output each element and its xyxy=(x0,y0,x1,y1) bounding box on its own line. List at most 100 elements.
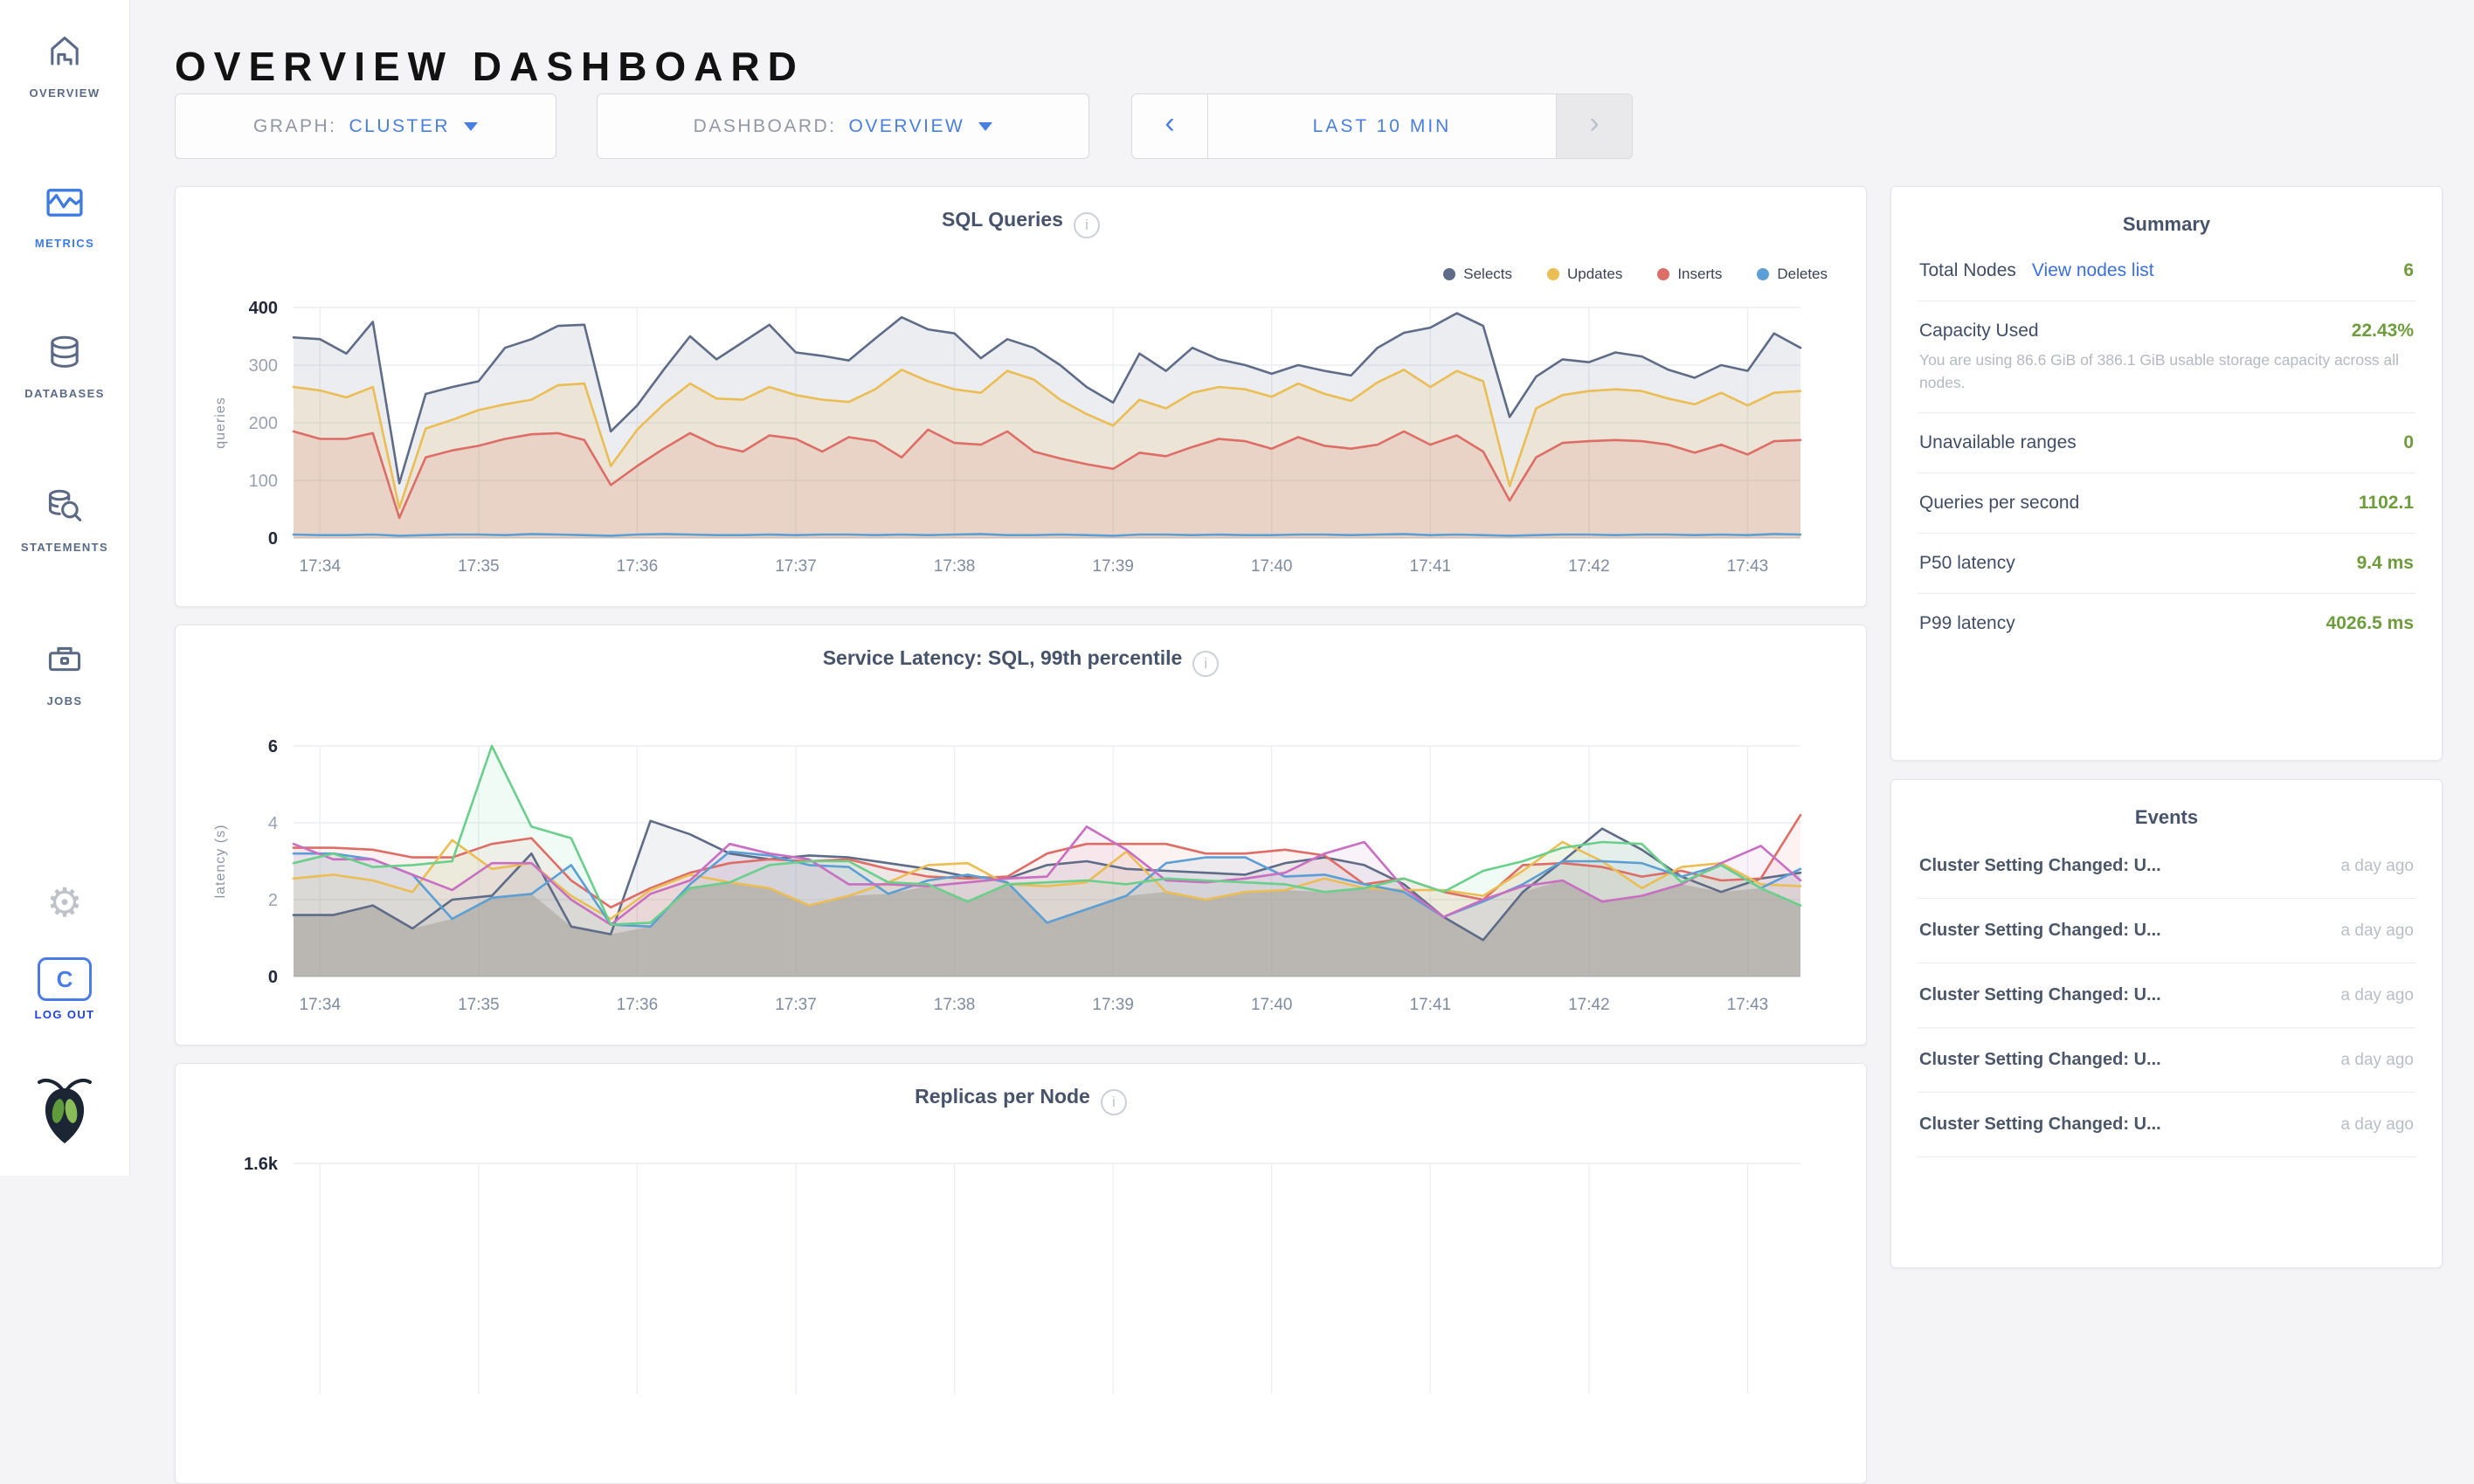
replicas-per-node-chart: 1.6k xyxy=(202,1151,1827,1439)
capacity-used-value: 22.43% xyxy=(2352,321,2414,342)
cockroachdb-logo xyxy=(0,1076,129,1150)
svg-text:2: 2 xyxy=(268,891,278,910)
svg-text:17:36: 17:36 xyxy=(617,557,659,576)
service-latency-chart: 17:3417:3517:3617:3717:3817:3917:4017:41… xyxy=(202,734,1827,1022)
jobs-icon xyxy=(42,672,87,687)
summary-row-p50: P50 latency 9.4 ms xyxy=(1918,534,2415,594)
sidebar-item-label: METRICS xyxy=(0,237,129,250)
svg-text:17:37: 17:37 xyxy=(775,996,817,1014)
logout-c-icon: C xyxy=(38,957,92,1001)
summary-row-unavailable-ranges: Unavailable ranges 0 xyxy=(1918,413,2415,473)
summary-title: Summary xyxy=(1891,187,2442,241)
sidebar-item-jobs[interactable]: JOBS xyxy=(0,638,129,707)
events-title: Events xyxy=(1891,780,2442,834)
event-row: Cluster Setting Changed: U... a day ago xyxy=(1918,963,2415,1028)
svg-text:300: 300 xyxy=(249,356,278,376)
svg-text:400: 400 xyxy=(249,299,278,318)
sidebar-item-overview[interactable]: OVERVIEW xyxy=(0,30,129,100)
summary-panel: Summary Total Nodes View nodes list 6 Ca… xyxy=(1890,186,2443,761)
event-row: Cluster Setting Changed: U... a day ago xyxy=(1918,834,2415,899)
p99-latency-value: 4026.5 ms xyxy=(2326,613,2414,634)
sidebar-item-label: DATABASES xyxy=(0,387,129,400)
settings-gear-button[interactable]: ⚙ xyxy=(0,882,129,922)
time-prev-button[interactable]: ‹ xyxy=(1132,94,1208,158)
logout-button[interactable]: C LOG OUT xyxy=(0,957,129,1021)
qps-value: 1102.1 xyxy=(2359,493,2414,514)
svg-text:latency (s): latency (s) xyxy=(213,825,228,899)
dashboard-dropdown-label: DASHBOARD: xyxy=(694,116,837,137)
sidebar: OVERVIEW METRICS DATABASES xyxy=(0,0,130,1176)
legend-dot-selects xyxy=(1443,268,1455,280)
dashboard-dropdown[interactable]: DASHBOARD: OVERVIEW xyxy=(597,93,1089,159)
total-nodes-value: 6 xyxy=(2403,260,2414,281)
svg-text:17:39: 17:39 xyxy=(1092,557,1134,576)
sidebar-item-label: STATEMENTS xyxy=(0,541,129,554)
info-icon[interactable]: i xyxy=(1074,212,1100,238)
svg-text:17:43: 17:43 xyxy=(1727,996,1769,1014)
info-icon[interactable]: i xyxy=(1192,651,1219,677)
info-icon[interactable]: i xyxy=(1101,1089,1127,1115)
legend-item: Selects xyxy=(1443,266,1512,283)
statements-icon xyxy=(42,518,87,533)
svg-text:17:43: 17:43 xyxy=(1727,557,1769,576)
sidebar-item-label: JOBS xyxy=(0,694,129,707)
service-latency-card: Service Latency: SQL, 99th percentilei 1… xyxy=(175,625,1867,1046)
unavailable-ranges-value: 0 xyxy=(2403,432,2414,453)
svg-text:17:34: 17:34 xyxy=(299,996,341,1014)
dashboard-dropdown-value: OVERVIEW xyxy=(849,116,965,137)
logout-label: LOG OUT xyxy=(0,1008,129,1021)
svg-text:17:41: 17:41 xyxy=(1410,557,1452,576)
chart-title: Service Latency: SQL, 99th percentilei xyxy=(176,646,1866,677)
metrics-icon xyxy=(42,214,87,229)
page-title: OVERVIEW DASHBOARD xyxy=(175,43,805,90)
svg-text:17:42: 17:42 xyxy=(1568,557,1610,576)
graph-dropdown-label: GRAPH: xyxy=(253,116,337,137)
legend-item: Updates xyxy=(1547,266,1622,283)
sidebar-item-metrics[interactable]: METRICS xyxy=(0,180,129,250)
svg-text:17:37: 17:37 xyxy=(775,557,817,576)
svg-text:1.6k: 1.6k xyxy=(244,1155,279,1174)
svg-text:17:40: 17:40 xyxy=(1251,996,1293,1014)
chevron-down-icon xyxy=(464,122,478,131)
legend-dot-inserts xyxy=(1657,268,1669,280)
legend-item: Inserts xyxy=(1657,266,1722,283)
chart-title: Replicas per Nodei xyxy=(176,1085,1866,1115)
svg-text:17:38: 17:38 xyxy=(934,557,976,576)
capacity-note: You are using 86.6 GiB of 386.1 GiB usab… xyxy=(1918,349,2415,413)
gear-icon: ⚙ xyxy=(46,880,82,925)
svg-text:17:39: 17:39 xyxy=(1092,996,1134,1014)
database-icon xyxy=(42,364,87,379)
summary-row-qps: Queries per second 1102.1 xyxy=(1918,473,2415,534)
sql-queries-chart: 17:3417:3517:3617:3717:3817:3917:4017:41… xyxy=(202,295,1827,583)
time-window-selector: ‹ LAST 10 MIN › xyxy=(1131,93,1633,159)
sidebar-item-statements[interactable]: STATEMENTS xyxy=(0,484,129,554)
event-row: Cluster Setting Changed: U... a day ago xyxy=(1918,1028,2415,1093)
svg-text:queries: queries xyxy=(213,397,228,448)
svg-text:17:41: 17:41 xyxy=(1410,996,1452,1014)
home-icon xyxy=(42,64,87,79)
event-row: Cluster Setting Changed: U... a day ago xyxy=(1918,899,2415,963)
graph-dropdown[interactable]: GRAPH: CLUSTER xyxy=(175,93,556,159)
summary-row-p99: P99 latency 4026.5 ms xyxy=(1918,594,2415,653)
svg-text:17:35: 17:35 xyxy=(458,557,500,576)
svg-text:0: 0 xyxy=(268,968,278,987)
legend-dot-deletes xyxy=(1757,268,1769,280)
svg-text:17:34: 17:34 xyxy=(299,557,341,576)
svg-text:17:42: 17:42 xyxy=(1568,996,1610,1014)
view-nodes-list-link[interactable]: View nodes list xyxy=(2032,260,2154,281)
svg-text:200: 200 xyxy=(249,414,278,433)
events-panel: Events Cluster Setting Changed: U... a d… xyxy=(1890,779,2443,1268)
replicas-per-node-card: Replicas per Nodei 1.6k xyxy=(175,1063,1867,1484)
summary-row-total-nodes: Total Nodes View nodes list 6 xyxy=(1918,241,2415,301)
time-window-label[interactable]: LAST 10 MIN xyxy=(1208,94,1556,158)
graph-dropdown-value: CLUSTER xyxy=(349,116,450,137)
time-next-button[interactable]: › xyxy=(1556,94,1632,158)
svg-text:100: 100 xyxy=(249,472,278,491)
sidebar-item-databases[interactable]: DATABASES xyxy=(0,330,129,400)
legend-dot-updates xyxy=(1547,268,1559,280)
sql-queries-card: SQL Queriesi Selects Updates Inserts Del… xyxy=(175,186,1867,607)
legend-item: Deletes xyxy=(1757,266,1828,283)
svg-text:0: 0 xyxy=(268,529,278,549)
svg-text:17:35: 17:35 xyxy=(458,996,500,1014)
chevron-down-icon xyxy=(978,122,992,131)
